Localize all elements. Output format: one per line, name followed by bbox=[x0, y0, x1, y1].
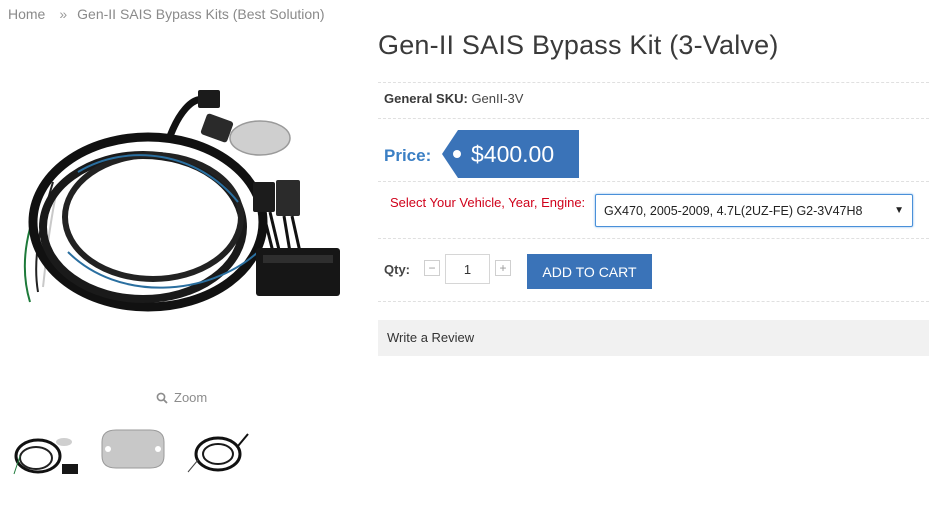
thumbnail-strip bbox=[8, 420, 256, 484]
magnifier-icon bbox=[156, 392, 168, 404]
tag-hole-icon bbox=[453, 150, 461, 158]
product-title: Gen-II SAIS Bypass Kit (3-Valve) bbox=[378, 30, 779, 60]
divider bbox=[378, 82, 929, 83]
breadcrumb-category-link[interactable]: Gen-II SAIS Bypass Kits (Best Solution) bbox=[77, 6, 324, 22]
zoom-control[interactable]: Zoom bbox=[156, 390, 207, 405]
price-value: $400.00 bbox=[471, 141, 555, 167]
zoom-label: Zoom bbox=[174, 390, 208, 405]
sku-label: General SKU: bbox=[384, 91, 468, 106]
thumbnail-block-off-plate[interactable] bbox=[94, 420, 170, 484]
divider bbox=[378, 118, 929, 119]
vehicle-select[interactable]: GX470, 2005-2009, 4.7L(2UZ-FE) G2-3V47H8… bbox=[595, 194, 913, 227]
vehicle-select-label: Select Your Vehicle, Year, Engine: bbox=[390, 195, 586, 210]
sku-value: GenII-3V bbox=[471, 91, 524, 106]
divider bbox=[378, 238, 929, 239]
sku-line: General SKU: GenII-3V bbox=[384, 91, 523, 106]
write-review-bar[interactable]: Write a Review bbox=[378, 320, 929, 356]
add-to-cart-button[interactable]: ADD TO CART bbox=[527, 254, 652, 289]
breadcrumb: Home » Gen-II SAIS Bypass Kits (Best Solut… bbox=[8, 6, 325, 22]
divider bbox=[378, 181, 929, 182]
vehicle-select-value: GX470, 2005-2009, 4.7L(2UZ-FE) G2-3V47H8 bbox=[604, 203, 863, 218]
breadcrumb-home-link[interactable]: Home bbox=[8, 6, 45, 22]
breadcrumb-separator: » bbox=[59, 6, 68, 22]
price-tag: $400.00 bbox=[442, 130, 579, 178]
qty-input[interactable]: 1 bbox=[445, 254, 490, 284]
caret-down-icon: ▼ bbox=[894, 205, 904, 216]
qty-increment-button[interactable]: + bbox=[495, 260, 511, 276]
product-main-image[interactable] bbox=[8, 72, 348, 372]
thumbnail-wiring-harness-coil[interactable] bbox=[180, 420, 256, 484]
divider bbox=[378, 301, 929, 302]
qty-decrement-button[interactable]: − bbox=[424, 260, 440, 276]
write-review-link[interactable]: Write a Review bbox=[387, 330, 474, 345]
qty-label: Qty: bbox=[384, 262, 410, 277]
thumbnail-wiring-harness-kit[interactable] bbox=[8, 420, 84, 484]
price-label: Price: bbox=[384, 146, 432, 165]
